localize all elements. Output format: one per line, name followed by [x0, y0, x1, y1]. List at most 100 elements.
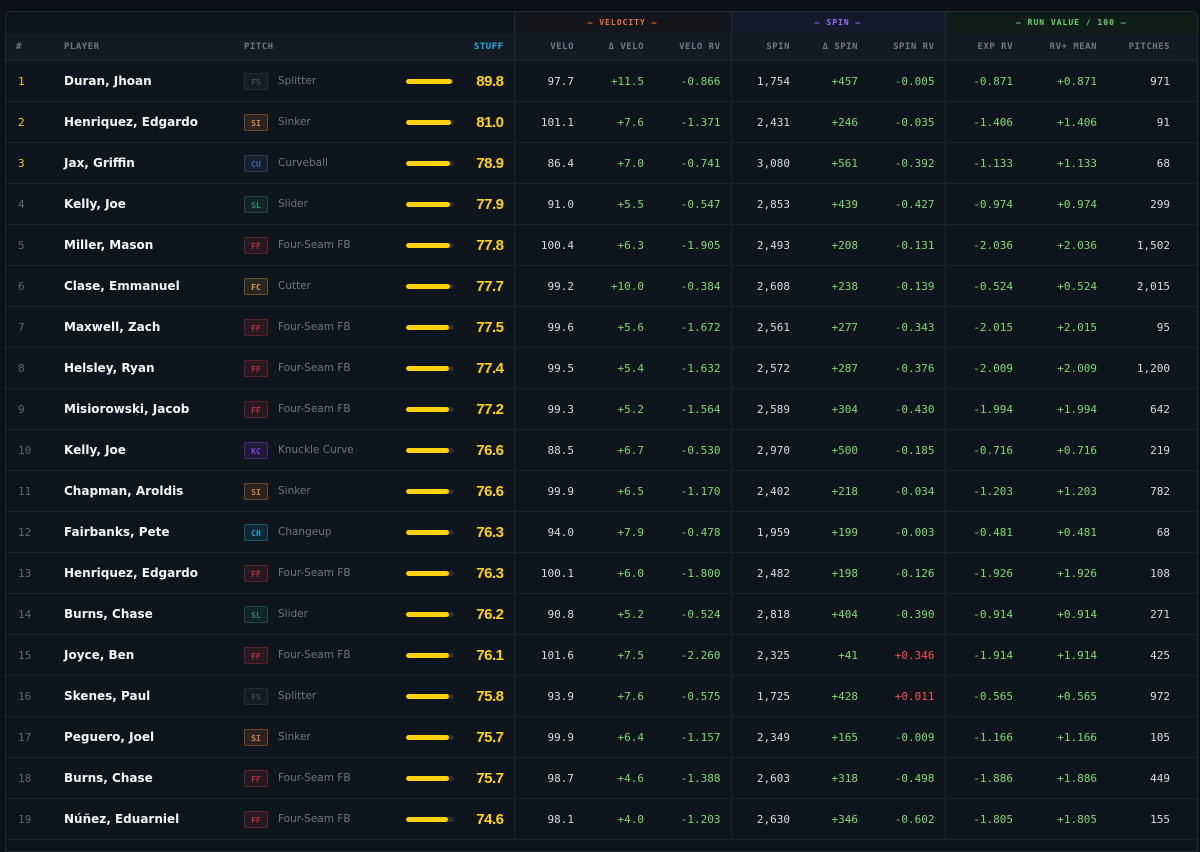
- player-name[interactable]: Duran, Jhoan: [54, 60, 234, 102]
- col-header-pitch[interactable]: PITCH: [234, 33, 395, 61]
- rank-cell: 9: [6, 388, 54, 430]
- table-row[interactable]: 12 Fairbanks, Pete CH Changeup 76.3 94.0…: [6, 511, 1197, 553]
- table-row[interactable]: 14 Burns, Chase SL Slider 76.2 90.8 +5.2…: [6, 593, 1197, 635]
- spin-cell: 2,431: [730, 101, 801, 143]
- player-name[interactable]: Henriquez, Edgardo: [54, 552, 234, 594]
- col-header-exp-rv[interactable]: EXP RV: [944, 33, 1024, 61]
- col-header-rv-mean[interactable]: RV+ MEAN: [1023, 33, 1108, 61]
- stuff-bar: [406, 734, 455, 740]
- delta-spin-cell: +198: [800, 552, 869, 594]
- stuff-value: 76.1: [476, 646, 504, 664]
- table-row[interactable]: 9 Misiorowski, Jacob FF Four-Seam FB 77.…: [6, 388, 1197, 430]
- rv-mean-cell: +1.926: [1023, 552, 1108, 594]
- spin-rv-cell: -0.602: [868, 798, 946, 840]
- delta-velo-cell: +7.0: [584, 142, 654, 184]
- player-name[interactable]: Fairbanks, Pete: [54, 511, 234, 553]
- table-row[interactable]: 18 Burns, Chase FF Four-Seam FB 75.7 98.…: [6, 757, 1197, 799]
- pitch-cell: SI Sinker: [234, 470, 395, 512]
- player-name[interactable]: Helsley, Ryan: [54, 347, 234, 389]
- velo-rv-cell: -0.384: [654, 265, 732, 307]
- table-row[interactable]: 4 Kelly, Joe SL Slider 77.9 91.0 +5.5 -0…: [6, 183, 1197, 225]
- table-row[interactable]: 2 Henriquez, Edgardo SI Sinker 81.0 101.…: [6, 101, 1197, 143]
- stuff-bar-fill: [406, 775, 449, 781]
- rank-cell: 12: [6, 511, 54, 553]
- player-name[interactable]: Núñez, Eduarniel: [54, 798, 234, 840]
- player-name[interactable]: Peguero, Joel: [54, 716, 234, 758]
- stuff-bar-fill: [406, 78, 452, 84]
- col-header-spin[interactable]: SPIN: [730, 33, 801, 61]
- stuff-value: 77.9: [476, 195, 504, 213]
- stuff-bar-fill: [406, 488, 450, 494]
- velo-rv-cell: -1.672: [654, 306, 732, 348]
- table-row[interactable]: 6 Clase, Emmanuel FC Cutter 77.7 99.2 +1…: [6, 265, 1197, 307]
- table-row[interactable]: 3 Jax, Griffin CU Curveball 78.9 86.4 +7…: [6, 142, 1197, 184]
- table-row[interactable]: 19 Núñez, Eduarniel FF Four-Seam FB 74.6…: [6, 798, 1197, 840]
- col-header-delta-velo[interactable]: Δ VELO: [584, 33, 654, 61]
- pitch-name: Four-Seam FB: [278, 813, 351, 825]
- player-name[interactable]: Kelly, Joe: [54, 183, 234, 225]
- stuff-bar: [406, 160, 455, 166]
- player-name[interactable]: Burns, Chase: [54, 757, 234, 799]
- col-header-spin-rv[interactable]: SPIN RV: [868, 33, 946, 61]
- row-spacer: [1180, 60, 1197, 102]
- col-header-velo[interactable]: VELO: [513, 33, 584, 61]
- player-name[interactable]: Joyce, Ben: [54, 634, 234, 676]
- col-header-stuff[interactable]: STUFF: [395, 33, 514, 61]
- table-row[interactable]: 15 Joyce, Ben FF Four-Seam FB 76.1 101.6…: [6, 634, 1197, 676]
- pitch-type-badge: FS: [244, 72, 268, 90]
- velo-rv-cell: -1.564: [654, 388, 732, 430]
- stuff-bar: [406, 488, 455, 494]
- player-name[interactable]: Miller, Mason: [54, 224, 234, 266]
- delta-spin-cell: +439: [800, 183, 869, 225]
- pitch-cell: FS Splitter: [234, 675, 395, 717]
- stuff-value: 89.8: [476, 72, 504, 90]
- stuff-leaderboard-table: — VELOCITY — — SPIN — — RUN VALUE / 100 …: [6, 12, 1197, 840]
- exp-rv-cell: -0.914: [944, 593, 1024, 635]
- table-row[interactable]: 17 Peguero, Joel SI Sinker 75.7 99.9 +6.…: [6, 716, 1197, 758]
- pitch-type-badge: FF: [244, 564, 268, 582]
- col-header-velo-rv[interactable]: VELO RV: [654, 33, 732, 61]
- spin-cell: 2,970: [730, 429, 801, 471]
- stuff-bar-fill: [406, 611, 450, 617]
- table-row[interactable]: 11 Chapman, Aroldis SI Sinker 76.6 99.9 …: [6, 470, 1197, 512]
- exp-rv-cell: -1.166: [944, 716, 1024, 758]
- delta-velo-cell: +6.7: [584, 429, 654, 471]
- rv-mean-cell: +0.481: [1023, 511, 1108, 553]
- spin-cell: 2,561: [730, 306, 801, 348]
- player-name[interactable]: Chapman, Aroldis: [54, 470, 234, 512]
- player-name[interactable]: Skenes, Paul: [54, 675, 234, 717]
- table-row[interactable]: 5 Miller, Mason FF Four-Seam FB 77.8 100…: [6, 224, 1197, 266]
- player-name[interactable]: Burns, Chase: [54, 593, 234, 635]
- table-row[interactable]: 8 Helsley, Ryan FF Four-Seam FB 77.4 99.…: [6, 347, 1197, 389]
- spin-rv-cell: -0.343: [868, 306, 946, 348]
- spin-cell: 2,589: [730, 388, 801, 430]
- pitch-cell: CH Changeup: [234, 511, 395, 553]
- player-name[interactable]: Henriquez, Edgardo: [54, 101, 234, 143]
- velo-cell: 86.4: [513, 142, 584, 184]
- stuff-bar: [406, 283, 455, 289]
- player-name[interactable]: Clase, Emmanuel: [54, 265, 234, 307]
- pitch-type-badge: FS: [244, 687, 268, 705]
- stuff-value: 77.8: [476, 236, 504, 254]
- col-header-pitches[interactable]: PITCHES: [1107, 33, 1181, 61]
- col-header-rank[interactable]: #: [6, 33, 54, 61]
- spin-cell: 1,725: [730, 675, 801, 717]
- player-name[interactable]: Jax, Griffin: [54, 142, 234, 184]
- player-name[interactable]: Misiorowski, Jacob: [54, 388, 234, 430]
- table-row[interactable]: 7 Maxwell, Zach FF Four-Seam FB 77.5 99.…: [6, 306, 1197, 348]
- delta-spin-cell: +346: [800, 798, 869, 840]
- col-header-delta-spin[interactable]: Δ SPIN: [800, 33, 869, 61]
- delta-velo-cell: +7.9: [584, 511, 654, 553]
- velo-cell: 90.8: [513, 593, 584, 635]
- delta-velo-cell: +7.5: [584, 634, 654, 676]
- pitch-cell: FF Four-Seam FB: [234, 634, 395, 676]
- player-name[interactable]: Kelly, Joe: [54, 429, 234, 471]
- table-row[interactable]: 13 Henriquez, Edgardo FF Four-Seam FB 76…: [6, 552, 1197, 594]
- player-name[interactable]: Maxwell, Zach: [54, 306, 234, 348]
- table-row[interactable]: 1 Duran, Jhoan FS Splitter 89.8 97.7 +11…: [6, 60, 1197, 102]
- col-header-player[interactable]: PLAYER: [54, 33, 234, 61]
- table-row[interactable]: 16 Skenes, Paul FS Splitter 75.8 93.9 +7…: [6, 675, 1197, 717]
- row-spacer: [1180, 306, 1197, 348]
- table-row[interactable]: 10 Kelly, Joe KC Knuckle Curve 76.6 88.5…: [6, 429, 1197, 471]
- pitch-cell: FF Four-Seam FB: [234, 798, 395, 840]
